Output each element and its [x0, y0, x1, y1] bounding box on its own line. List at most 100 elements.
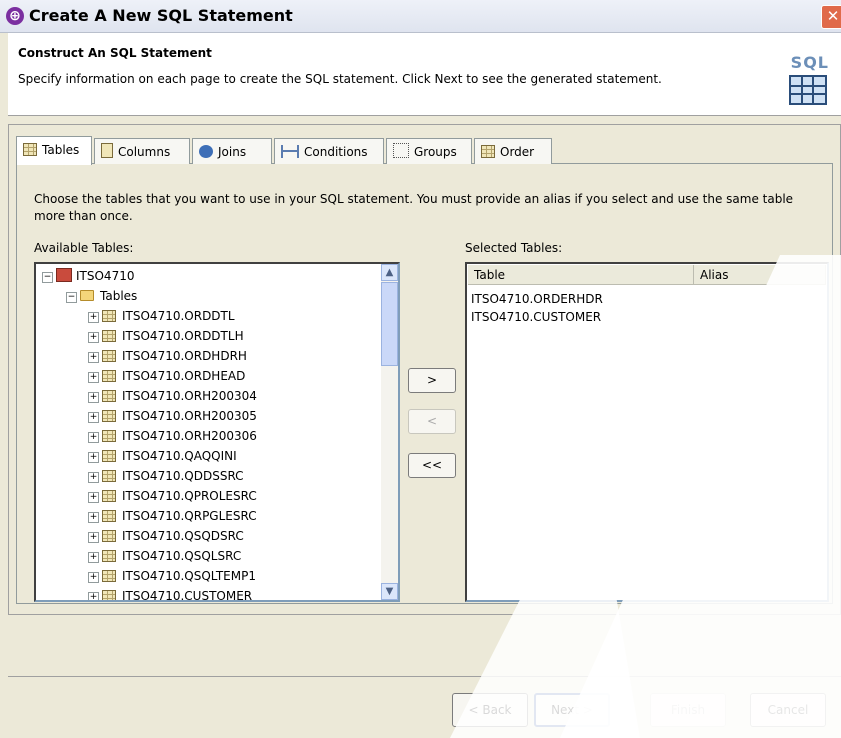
tab-joins[interactable]: Joins — [192, 138, 272, 164]
available-tables-label: Available Tables: — [34, 241, 134, 255]
tree-item[interactable]: + ITSO4710.ORH200306 — [88, 426, 257, 446]
collapse-icon[interactable]: − — [42, 272, 53, 283]
expand-icon[interactable]: + — [88, 532, 99, 543]
tree-item[interactable]: + ITSO4710.ORDDTL — [88, 306, 235, 326]
close-button[interactable]: ✕ — [821, 5, 841, 29]
tab-label: Order — [500, 145, 535, 159]
expand-icon[interactable]: + — [88, 452, 99, 463]
tree-item-label: ITSO4710.QRPGLESRC — [122, 509, 257, 523]
expand-icon[interactable]: + — [88, 512, 99, 523]
column-header-alias[interactable]: Alias — [694, 265, 826, 285]
tree-item[interactable]: + ITSO4710.QPROLESRC — [88, 486, 257, 506]
folder-icon — [80, 290, 94, 301]
columns-icon — [101, 143, 113, 158]
database-icon — [56, 268, 72, 282]
page-title: Construct An SQL Statement — [18, 46, 212, 60]
sql-logo-text: SQL — [790, 53, 829, 72]
sql-grid-icon — [789, 75, 827, 105]
tree-item-label: ITSO4710.ORDHDRH — [122, 349, 247, 363]
back-button[interactable]: < Back — [452, 693, 528, 727]
next-button[interactable]: Next > — [534, 693, 610, 727]
table-icon — [102, 330, 116, 342]
table-icon — [102, 370, 116, 382]
tree-item[interactable]: + ITSO4710.QAQQINI — [88, 446, 237, 466]
tree-item-label: ITSO4710.CUSTOMER — [122, 589, 253, 602]
tree-item-label: ITSO4710.QSQLSRC — [122, 549, 242, 563]
tab-conditions[interactable]: Conditions — [274, 138, 384, 164]
remove-all-button[interactable]: << — [408, 453, 456, 478]
table-icon — [102, 530, 116, 542]
available-tables-tree[interactable]: − ITSO4710 − Tables + ITSO4710.ORDDTL + ITSO4… — [34, 262, 400, 602]
finish-button[interactable]: Finish — [650, 693, 726, 727]
tree-item[interactable]: + ITSO4710.ORDHEAD — [88, 366, 245, 386]
column-header-table[interactable]: Table — [468, 265, 694, 285]
expand-icon[interactable]: + — [88, 392, 99, 403]
table-icon — [102, 570, 116, 582]
cancel-button[interactable]: Cancel — [750, 693, 826, 727]
expand-icon[interactable]: + — [88, 412, 99, 423]
order-icon — [481, 145, 495, 158]
tab-label: Columns — [118, 145, 171, 159]
remove-table-button[interactable]: < — [408, 409, 456, 434]
tree-item[interactable]: + ITSO4710.CUSTOMER — [88, 586, 253, 602]
tab-order[interactable]: Order — [474, 138, 552, 164]
collapse-icon[interactable]: − — [66, 292, 77, 303]
expand-icon[interactable]: + — [88, 352, 99, 363]
tree-item-label: ITSO4710.QSQLTEMP1 — [122, 569, 256, 583]
expand-icon[interactable]: + — [88, 472, 99, 483]
app-icon: ⊕ — [6, 7, 24, 25]
tree-folder-label: Tables — [100, 289, 138, 303]
tree-item[interactable]: + ITSO4710.ORDHDRH — [88, 346, 247, 366]
table-icon — [102, 310, 116, 322]
table-row[interactable]: ITSO4710.CUSTOMER — [471, 308, 601, 326]
tree-item-label: ITSO4710.QAQQINI — [122, 449, 237, 463]
tree-item[interactable]: + ITSO4710.ORDDTLH — [88, 326, 244, 346]
table-row[interactable]: ITSO4710.ORDERHDR — [471, 290, 603, 308]
table-icon — [102, 470, 116, 482]
footer-separator — [8, 676, 841, 677]
tree-item[interactable]: + ITSO4710.QSQLTEMP1 — [88, 566, 256, 586]
scroll-up-icon[interactable]: ▲ — [381, 264, 398, 281]
groups-icon — [393, 143, 409, 158]
tab-label: Conditions — [304, 145, 368, 159]
tree-item-label: ITSO4710.ORDHEAD — [122, 369, 246, 383]
tab-groups[interactable]: Groups — [386, 138, 472, 164]
tab-tables[interactable]: Tables — [16, 136, 92, 165]
selected-tables-table[interactable]: Table Alias ITSO4710.ORDERHDR ITSO4710.C… — [465, 262, 829, 602]
scroll-down-icon[interactable]: ▼ — [381, 583, 398, 600]
expand-icon[interactable]: + — [88, 552, 99, 563]
tree-item[interactable]: + ITSO4710.QDDSSRC — [88, 466, 244, 486]
tree-root[interactable]: − ITSO4710 — [42, 266, 134, 286]
tree-scrollbar[interactable]: ▲ ▼ — [381, 264, 398, 600]
tree-item[interactable]: + ITSO4710.ORH200305 — [88, 406, 257, 426]
tree-item[interactable]: + ITSO4710.ORH200304 — [88, 386, 257, 406]
expand-icon[interactable]: + — [88, 592, 99, 600]
sql-logo-icon: SQL — [785, 53, 833, 105]
tree-item-label: ITSO4710.QPROLESRC — [122, 489, 257, 503]
expand-icon[interactable]: + — [88, 572, 99, 583]
selected-tables-label: Selected Tables: — [465, 241, 563, 255]
table-icon — [102, 550, 116, 562]
tree-item-label: ITSO4710.QSQDSRC — [122, 529, 244, 543]
table-icon — [102, 510, 116, 522]
tab-columns[interactable]: Columns — [94, 138, 190, 164]
tab-label: Groups — [414, 145, 457, 159]
scroll-thumb[interactable] — [381, 282, 398, 366]
expand-icon[interactable]: + — [88, 312, 99, 323]
tree-item-label: ITSO4710.ORH200306 — [122, 429, 257, 443]
title-bar: ⊕ Create A New SQL Statement ✕ — [0, 0, 841, 33]
tree-item[interactable]: + ITSO4710.QRPGLESRC — [88, 506, 257, 526]
expand-icon[interactable]: + — [88, 372, 99, 383]
tree-item[interactable]: + ITSO4710.QSQDSRC — [88, 526, 244, 546]
table-icon — [102, 390, 116, 402]
page-description: Specify information on each page to crea… — [18, 72, 662, 86]
tree-item[interactable]: + ITSO4710.QSQLSRC — [88, 546, 241, 566]
expand-icon[interactable]: + — [88, 332, 99, 343]
tree-item-label: ITSO4710.QDDSSRC — [122, 469, 244, 483]
expand-icon[interactable]: + — [88, 492, 99, 503]
expand-icon[interactable]: + — [88, 432, 99, 443]
add-table-button[interactable]: > — [408, 368, 456, 393]
table-icon — [102, 350, 116, 362]
tree-folder[interactable]: − Tables — [66, 286, 137, 306]
table-icon — [102, 590, 116, 600]
